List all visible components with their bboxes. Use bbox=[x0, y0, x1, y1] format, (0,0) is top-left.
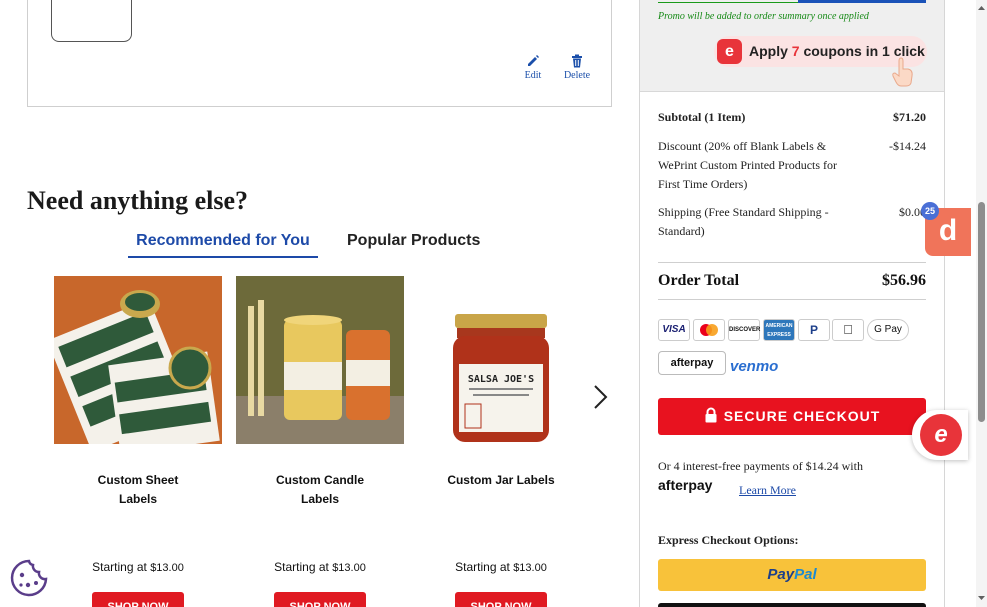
paypal-icon: P bbox=[798, 319, 830, 341]
promo-apply-button-edge[interactable] bbox=[798, 0, 926, 3]
price-prefix: Starting at bbox=[92, 560, 147, 574]
order-total-label: Order Total bbox=[658, 272, 740, 289]
product-name[interactable]: Custom Jar Labels bbox=[417, 471, 585, 490]
product-card[interactable]: Custom Sheet Labels Starting at $13.00 SH… bbox=[54, 276, 222, 607]
order-total-row: Order Total $56.96 bbox=[658, 262, 926, 300]
promo-note: Promo will be added to order summary onc… bbox=[658, 11, 869, 22]
edit-label: Edit bbox=[524, 70, 542, 81]
jar-label-text: SALSA JOE'S bbox=[468, 374, 534, 385]
lock-icon bbox=[705, 407, 717, 423]
product-name-line2: Labels bbox=[118, 492, 157, 506]
afterpay-icon: afterpay bbox=[658, 351, 726, 375]
delete-item-button[interactable]: Delete bbox=[557, 54, 597, 81]
venmo-icon: venmo bbox=[730, 358, 779, 375]
scroll-up-arrow-icon[interactable] bbox=[976, 4, 987, 12]
coupon-extension-float-button[interactable]: e bbox=[912, 410, 968, 460]
paypal-checkout-button[interactable]: PayPal bbox=[658, 559, 926, 591]
product-price: Starting at $13.00 bbox=[417, 560, 585, 574]
installment-text: Or 4 interest-free payments of $14.24 wi… bbox=[658, 459, 863, 473]
tab-recommended[interactable]: Recommended for You bbox=[128, 232, 318, 258]
secure-checkout-label: SECURE CHECKOUT bbox=[723, 408, 881, 424]
product-card[interactable]: SALSA JOE'S Custom Jar Labels Starting a… bbox=[417, 276, 585, 607]
pencil-icon bbox=[528, 55, 539, 66]
product-image-candle-labels[interactable] bbox=[236, 276, 404, 444]
learn-more-link[interactable]: Learn More bbox=[739, 483, 796, 498]
discount-label: Discount (20% off Blank Labels & WePrint… bbox=[658, 139, 838, 191]
product-name-line1: Custom Candle bbox=[275, 473, 364, 487]
trash-icon bbox=[572, 54, 582, 68]
product-name-line1: Custom Sheet bbox=[97, 473, 179, 487]
shipping-row: Shipping (Free Standard Shipping - Stand… bbox=[658, 203, 926, 241]
coupon-extension-logo-icon: e bbox=[920, 414, 962, 456]
promo-area: Promo will be added to order summary onc… bbox=[640, 0, 944, 92]
paypal-pal-text: Pal bbox=[794, 566, 817, 583]
product-name[interactable]: Custom Sheet Labels bbox=[54, 471, 222, 509]
tab-popular-products[interactable]: Popular Products bbox=[347, 232, 480, 250]
product-name-line1: Custom Jar Labels bbox=[447, 473, 555, 487]
chevron-right-icon bbox=[594, 385, 608, 409]
subtotal-value: $71.20 bbox=[893, 110, 926, 124]
promo-input-edge bbox=[658, 0, 798, 3]
product-price: Starting at $13.00 bbox=[54, 560, 222, 574]
shop-now-button[interactable]: SHOP NOW bbox=[455, 592, 547, 607]
subtotal-row: Subtotal (1 Item) $71.20 bbox=[658, 108, 926, 127]
paypal-pay-text: Pay bbox=[767, 566, 795, 583]
extension-d-letter: d bbox=[938, 214, 958, 247]
product-image-sheet-labels[interactable] bbox=[54, 276, 222, 444]
shipping-label: Shipping (Free Standard Shipping - Stand… bbox=[658, 205, 829, 238]
price-prefix: Starting at bbox=[455, 560, 510, 574]
coupon-extension-logo-icon: e bbox=[717, 39, 742, 64]
subtotal-label: Subtotal (1 Item) bbox=[658, 110, 746, 124]
shop-now-button[interactable]: SHOP NOW bbox=[92, 592, 184, 607]
price-value: $13.00 bbox=[513, 562, 547, 574]
afterpay-logo: afterpay bbox=[658, 477, 713, 493]
mastercard-icon bbox=[693, 319, 725, 341]
delete-label: Delete bbox=[563, 70, 591, 81]
coupon-text-pre: Apply bbox=[749, 43, 792, 59]
product-name-line2: Labels bbox=[300, 492, 339, 506]
express-checkout-title: Express Checkout Options: bbox=[658, 533, 799, 547]
apple-pay-icon:  bbox=[832, 319, 864, 341]
checkout-page: Edit Delete Need anything else? Recommen… bbox=[0, 0, 987, 607]
secure-checkout-button[interactable]: SECURE CHECKOUT bbox=[658, 398, 926, 435]
product-image-jar-labels[interactable]: SALSA JOE'S bbox=[417, 276, 585, 444]
scroll-down-arrow-icon[interactable] bbox=[976, 594, 987, 602]
pointer-hand-icon bbox=[892, 57, 913, 87]
visa-icon: VISA bbox=[658, 319, 690, 341]
extension-d-count-badge: 25 bbox=[921, 202, 939, 220]
discount-value: -$14.24 bbox=[889, 139, 926, 153]
product-price: Starting at $13.00 bbox=[236, 560, 404, 574]
discount-row: Discount (20% off Blank Labels & WePrint… bbox=[658, 137, 926, 194]
price-prefix: Starting at bbox=[274, 560, 329, 574]
carousel-next-button[interactable] bbox=[588, 382, 612, 412]
cart-item-card: Edit Delete bbox=[27, 0, 612, 107]
coupon-count: 7 bbox=[791, 43, 800, 59]
cart-item-thumbnail bbox=[51, 0, 132, 42]
page-scrollbar[interactable] bbox=[976, 0, 987, 607]
express-checkout-button-2[interactable] bbox=[658, 603, 926, 607]
scrollbar-thumb[interactable] bbox=[978, 202, 985, 422]
section-title: Need anything else? bbox=[27, 186, 248, 215]
product-card[interactable]: Custom Candle Labels Starting at $13.00 S… bbox=[236, 276, 404, 607]
cookie-settings-button[interactable] bbox=[10, 559, 48, 597]
edit-item-button[interactable]: Edit bbox=[513, 54, 553, 81]
shop-now-button[interactable]: SHOP NOW bbox=[274, 592, 366, 607]
order-summary-panel: Promo will be added to order summary onc… bbox=[639, 0, 945, 607]
product-name[interactable]: Custom Candle Labels bbox=[236, 471, 404, 509]
cookie-icon bbox=[10, 559, 48, 597]
order-total-value: $56.96 bbox=[882, 272, 926, 289]
google-pay-icon: G Pay bbox=[867, 319, 909, 341]
discover-icon: DISCOVER bbox=[728, 319, 760, 341]
price-value: $13.00 bbox=[150, 562, 184, 574]
amex-icon: AMERICAN EXPRESS bbox=[763, 319, 795, 341]
price-value: $13.00 bbox=[332, 562, 366, 574]
